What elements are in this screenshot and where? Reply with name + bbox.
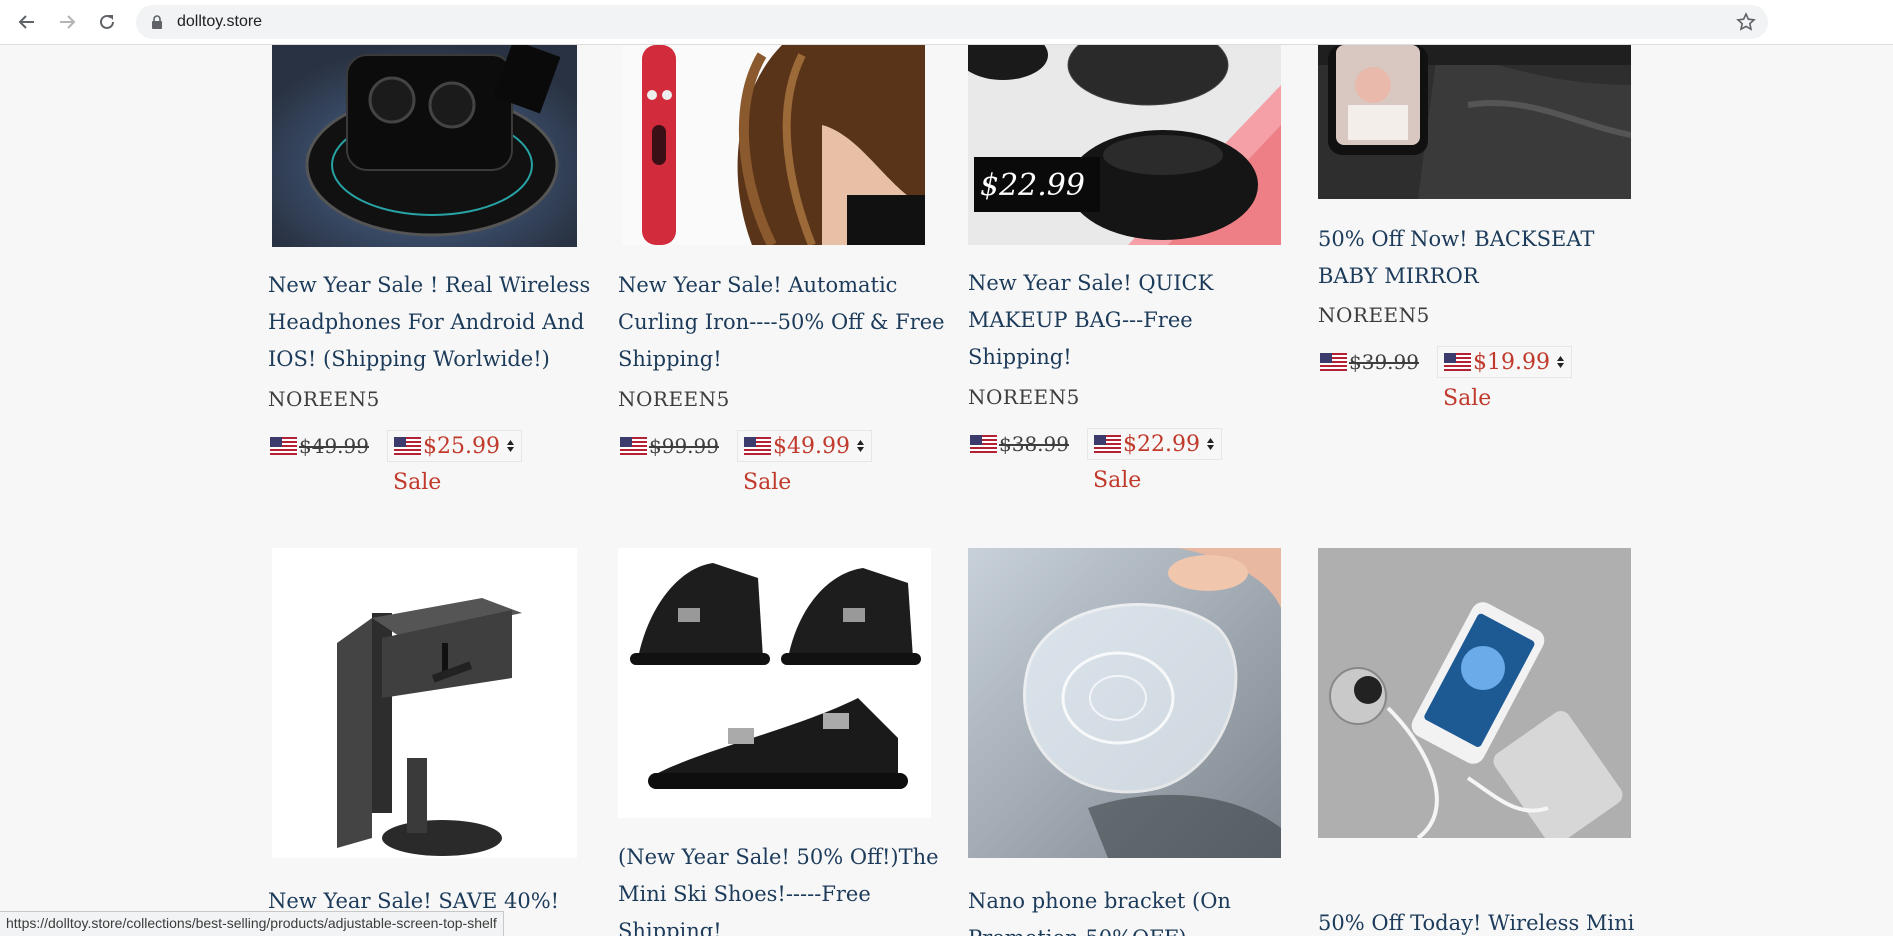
- product-title[interactable]: 50% Off Today! Wireless Mini Speaker!: [1318, 905, 1648, 936]
- url-text: dolltoy.store: [177, 13, 263, 30]
- us-flag-icon: [1443, 353, 1471, 371]
- price-row: $39.99 $19.99: [1320, 346, 1572, 378]
- us-flag-icon: [970, 435, 997, 453]
- us-flag-icon: [743, 437, 771, 455]
- product-grid: New Year Sale ! Real Wireless Headphones…: [0, 45, 1893, 936]
- currency-selector[interactable]: $19.99: [1436, 346, 1572, 378]
- compare-price: $49.99: [299, 434, 369, 458]
- us-flag-icon: [620, 437, 647, 455]
- image-price-badge: $22.99: [980, 168, 1085, 203]
- lock-icon: [152, 15, 162, 29]
- product-vendor: NOREEN5: [618, 387, 730, 411]
- product-title[interactable]: New Year Sale! Automatic Curling Iron---…: [618, 267, 948, 378]
- product-image[interactable]: [622, 45, 925, 245]
- forward-button[interactable]: [53, 8, 81, 36]
- product-title[interactable]: 50% Off Now! BACKSEAT BABY MIRROR: [1318, 221, 1648, 295]
- product-title[interactable]: (New Year Sale! 50% Off!)The Mini Ski Sh…: [618, 839, 948, 936]
- product-vendor: NOREEN5: [268, 387, 380, 411]
- product-title[interactable]: New Year Sale ! Real Wireless Headphones…: [268, 267, 598, 378]
- product-title[interactable]: New Year Sale! QUICK MAKEUP BAG---Free S…: [968, 265, 1298, 376]
- us-flag-icon: [1320, 353, 1347, 371]
- sale-label: Sale: [743, 470, 792, 495]
- currency-selector[interactable]: $49.99: [736, 430, 872, 462]
- bookmark-star-icon[interactable]: [1736, 12, 1756, 32]
- us-flag-icon: [270, 437, 297, 455]
- us-flag-icon: [1093, 435, 1121, 453]
- arrow-left-icon: [18, 15, 34, 29]
- sort-arrows-icon: [1556, 356, 1564, 368]
- compare-price: $39.99: [1349, 350, 1419, 374]
- browser-toolbar: dolltoy.store: [0, 0, 1893, 45]
- sale-price: $19.99: [1472, 349, 1550, 375]
- product-vendor: NOREEN5: [968, 385, 1080, 409]
- reload-icon: [100, 14, 114, 29]
- sort-arrows-icon: [856, 440, 864, 452]
- compare-price: $99.99: [649, 434, 719, 458]
- product-image[interactable]: [272, 548, 577, 858]
- reload-button[interactable]: [93, 8, 121, 36]
- sale-label: Sale: [393, 470, 442, 495]
- arrow-right-icon: [60, 15, 76, 29]
- sale-price: $22.99: [1122, 431, 1200, 457]
- product-vendor: NOREEN5: [1318, 303, 1430, 327]
- product-image[interactable]: [1318, 45, 1631, 199]
- product-image[interactable]: [1318, 548, 1631, 838]
- currency-selector[interactable]: $25.99: [386, 430, 522, 462]
- product-image[interactable]: [272, 45, 577, 247]
- sale-label: Sale: [1093, 468, 1142, 493]
- address-bar[interactable]: dolltoy.store: [136, 5, 1768, 39]
- price-row: $38.99 $22.99: [970, 428, 1222, 460]
- sale-price: $49.99: [772, 433, 850, 459]
- back-button[interactable]: [13, 8, 41, 36]
- product-image[interactable]: [968, 548, 1281, 858]
- status-bar: https://dolltoy.store/collections/best-s…: [0, 911, 504, 936]
- price-row: $49.99 $25.99: [270, 430, 522, 462]
- sort-arrows-icon: [1206, 438, 1214, 450]
- us-flag-icon: [393, 437, 421, 455]
- currency-selector[interactable]: $22.99: [1086, 428, 1222, 460]
- sale-price: $25.99: [422, 433, 500, 459]
- product-title[interactable]: Nano phone bracket (On Promotion 50%OFF): [968, 883, 1298, 936]
- product-image[interactable]: $22.99: [968, 45, 1281, 245]
- price-row: $99.99 $49.99: [620, 430, 872, 462]
- sale-label: Sale: [1443, 386, 1492, 411]
- compare-price: $38.99: [999, 432, 1069, 456]
- sort-arrows-icon: [506, 440, 514, 452]
- product-image[interactable]: [618, 548, 931, 818]
